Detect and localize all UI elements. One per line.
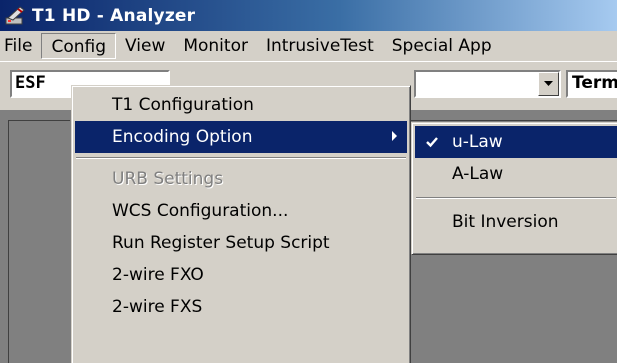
- encoding-submenu: u-Law A-Law Bit Inversion: [411, 122, 617, 255]
- checkmark-icon: [426, 137, 438, 148]
- menu-item-t1-configuration[interactable]: T1 Configuration: [75, 89, 407, 121]
- menu-item-run-register-setup-script[interactable]: Run Register Setup Script: [75, 227, 407, 259]
- menu-view[interactable]: View: [116, 33, 174, 59]
- menu-item-a-law[interactable]: A-Law: [415, 158, 617, 190]
- mode-combo[interactable]: [414, 70, 561, 98]
- config-menu: T1 Configuration Encoding Option URB Set…: [71, 85, 411, 363]
- menu-separator: [75, 153, 407, 163]
- analyzer-app-icon[interactable]: [4, 4, 28, 28]
- chevron-down-icon: [544, 81, 553, 86]
- mode-combo-dropdown-button[interactable]: [538, 72, 559, 96]
- menu-item-encoding-option[interactable]: Encoding Option: [75, 121, 407, 153]
- window-title: T1 HD - Analyzer: [32, 5, 196, 26]
- menu-item-2-wire-fxo[interactable]: 2-wire FXO: [75, 259, 407, 291]
- menu-file[interactable]: File: [0, 33, 41, 59]
- menu-item-wcs-configuration[interactable]: WCS Configuration...: [75, 195, 407, 227]
- menu-monitor[interactable]: Monitor: [174, 33, 257, 59]
- menu-intrusive-test[interactable]: IntrusiveTest: [257, 33, 383, 59]
- left-panel: [8, 120, 70, 363]
- menu-item-label: u-Law: [452, 132, 503, 152]
- title-bar[interactable]: T1 HD - Analyzer: [0, 0, 617, 31]
- menu-item-urb-settings: URB Settings: [112, 169, 224, 189]
- menu-item-u-law[interactable]: u-Law: [415, 126, 617, 158]
- menu-item-label: Encoding Option: [112, 127, 253, 147]
- menu-config[interactable]: Config: [41, 33, 116, 59]
- menu-special-app[interactable]: Special App: [383, 33, 501, 59]
- app-window: T1 HD - Analyzer File Config View Monito…: [0, 0, 617, 363]
- menu-item-bit-inversion[interactable]: Bit Inversion: [415, 206, 617, 238]
- termination-combo[interactable]: Term: [566, 70, 617, 98]
- menu-bar: File Config View Monitor IntrusiveTest S…: [0, 31, 617, 61]
- submenu-arrow-icon: [392, 131, 397, 141]
- menu-separator: [415, 190, 617, 206]
- menu-item-2-wire-fxs[interactable]: 2-wire FXS: [75, 291, 407, 323]
